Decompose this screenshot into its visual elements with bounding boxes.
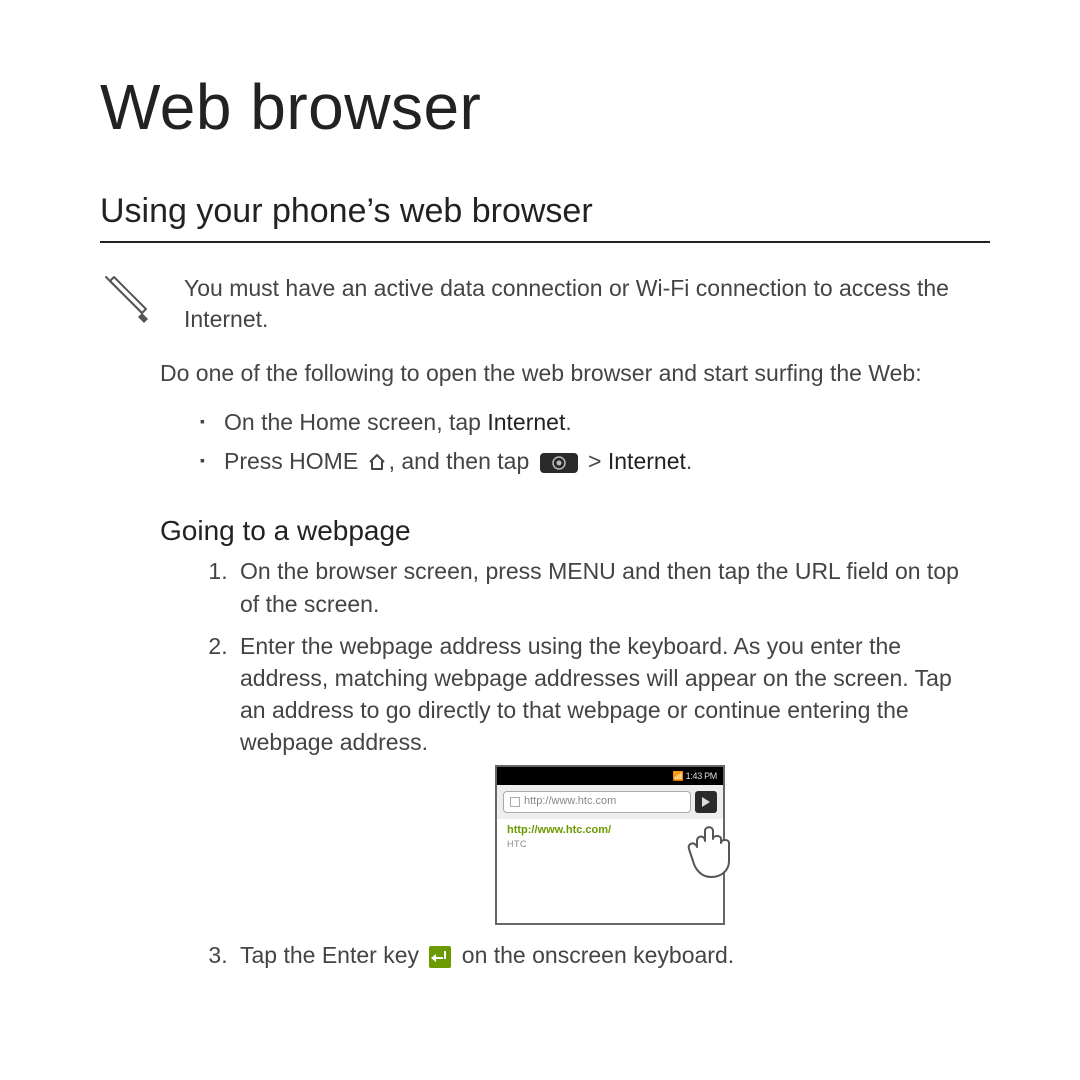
intro-text: Do one of the following to open the web … <box>160 357 980 389</box>
home-icon <box>367 445 387 484</box>
list-item: Press HOME , and then tap > Internet. <box>200 442 990 487</box>
go-button[interactable] <box>695 791 717 813</box>
favicon-icon <box>510 797 520 807</box>
note-text: You must have an active data connection … <box>184 273 990 335</box>
text: , and then tap <box>389 448 536 474</box>
pencil-icon <box>100 273 156 334</box>
url-input[interactable]: http://www.htc.com <box>503 791 691 813</box>
url-text: http://www.htc.com <box>524 794 616 809</box>
step-item: Enter the webpage address using the keyb… <box>234 630 980 925</box>
breadcrumb-separator: > <box>582 448 608 474</box>
option-list: On the Home screen, tap Internet. Press … <box>200 403 990 487</box>
text: Tap the Enter key <box>240 942 425 968</box>
tap-hand-icon <box>683 821 737 889</box>
steps-list: On the browser screen, press MENU and th… <box>234 555 980 970</box>
status-time: 1:43 PM <box>686 771 717 781</box>
list-item: On the Home screen, tap Internet. <box>200 403 990 442</box>
text: Enter the webpage address using the keyb… <box>240 633 952 756</box>
subsection-heading: Going to a webpage <box>160 515 990 547</box>
text: on the onscreen keyboard. <box>455 942 734 968</box>
page-title: Web browser <box>100 70 990 144</box>
status-bar: 📶 1:43 PM <box>497 767 723 785</box>
step-item: Tap the Enter key on the onscreen keyboa… <box>234 939 980 971</box>
signal-icon: 📶 <box>672 771 685 781</box>
section-heading: Using your phone’s web browser <box>100 192 990 243</box>
manual-page: Web browser Using your phone’s web brows… <box>0 0 1080 1021</box>
text: . <box>565 409 571 435</box>
phone-screenshot: 📶 1:43 PM http://www.htc.com http://www.… <box>495 765 725 925</box>
internet-label: Internet <box>608 448 686 474</box>
text: . <box>686 448 692 474</box>
url-row: http://www.htc.com <box>497 785 723 819</box>
text: Press HOME <box>224 448 365 474</box>
text: On the Home screen, tap <box>224 409 487 435</box>
note-row: You must have an active data connection … <box>100 273 990 335</box>
enter-key-icon <box>429 946 451 968</box>
step-item: On the browser screen, press MENU and th… <box>234 555 980 619</box>
apps-button-icon <box>540 448 578 487</box>
internet-label: Internet <box>487 409 565 435</box>
